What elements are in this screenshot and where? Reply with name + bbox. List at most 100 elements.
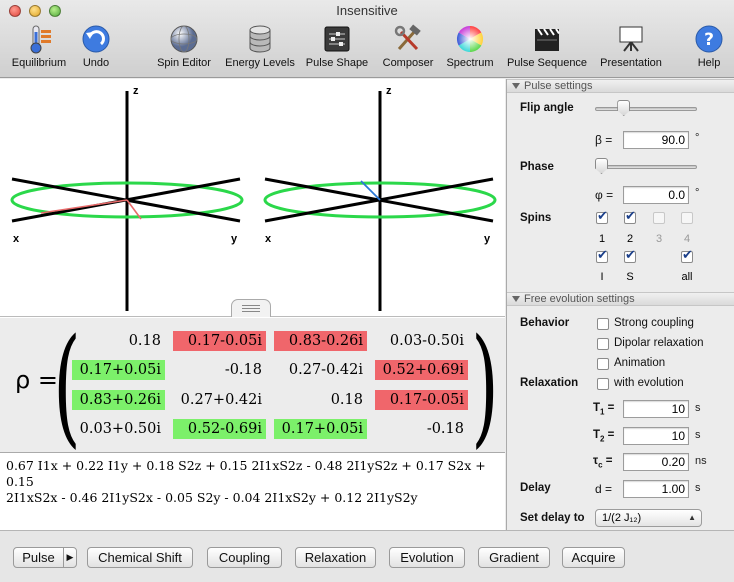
left-z-label: z <box>133 85 139 97</box>
spin-group-all-checkbox[interactable] <box>681 248 693 263</box>
set-delay-value: 1/(2 J₁₂) <box>602 512 642 524</box>
left-vector-plot: z x y <box>10 85 244 311</box>
matrix-cell: 0.52-0.69i <box>173 419 266 439</box>
easel-icon <box>619 26 643 52</box>
spin-group-i-checkbox[interactable] <box>596 248 608 263</box>
t1-label: T1 = <box>593 402 615 417</box>
flip-angle-unit: ° <box>695 132 700 144</box>
composer-button[interactable]: Composer <box>377 24 439 74</box>
matrix-cell: 0.17-0.05i <box>375 390 468 410</box>
matrix-cell: 0.17-0.05i <box>173 331 266 351</box>
popup-arrows-icon: ▲ <box>688 513 696 522</box>
matrix-cell: 0.83-0.26i <box>274 331 367 351</box>
left-x-label: x <box>13 233 20 245</box>
spin-group-all-label: all <box>681 271 693 283</box>
help-button[interactable]: ? Help <box>692 24 726 74</box>
beta-symbol: β = <box>595 133 613 147</box>
presentation-button[interactable]: Presentation <box>595 24 667 74</box>
vector-plot-area[interactable]: z x y z x y <box>0 79 505 317</box>
clapperboard-icon <box>535 28 560 51</box>
relaxation-button[interactable]: Relaxation <box>295 547 376 568</box>
energy-levels-label: Energy Levels <box>225 57 295 69</box>
delay-field[interactable]: 1.00 <box>623 480 689 498</box>
vector-plots: z x y z x y <box>10 85 497 311</box>
delay-symbol: d = <box>595 482 613 496</box>
spin-2-checkbox[interactable] <box>624 209 636 224</box>
pulse-shape-button[interactable]: Pulse Shape <box>303 24 371 74</box>
right-vector-plot: z x y <box>263 85 497 311</box>
behavior-label: Behavior <box>520 317 570 329</box>
spectrum-button[interactable]: Spectrum <box>442 24 498 74</box>
pulse-sequence-button[interactable]: Pulse Sequence <box>504 24 590 74</box>
matrix-cell: 0.03+0.50i <box>79 421 161 437</box>
pulse-button-label: Pulse <box>22 550 55 565</box>
matrix-cell: 0.18 <box>128 333 161 349</box>
tools-icon <box>394 24 421 51</box>
pulse-button[interactable]: Pulse ▶ <box>13 547 77 568</box>
spin-3-label: 3 <box>655 233 663 245</box>
left-vector-1 <box>40 199 128 214</box>
operator-line-2: 2I1xS2x - 0.46 2I1yS2x - 0.05 S2y - 0.04… <box>6 490 418 505</box>
strong-coupling-checkbox[interactable] <box>597 318 609 330</box>
window-title: Insensitive <box>336 3 398 18</box>
t1-field[interactable]: 10 <box>623 400 689 418</box>
spin-2-label: 2 <box>626 233 634 245</box>
play-triangle-icon[interactable]: ▶ <box>63 548 76 567</box>
tau-c-field[interactable]: 0.20 <box>623 453 689 471</box>
phase-label: Phase <box>520 161 554 173</box>
undo-label: Undo <box>82 57 110 69</box>
thermometer-icon <box>30 25 51 54</box>
left-y-label: y <box>231 233 238 245</box>
phase-slider[interactable] <box>595 165 697 169</box>
spin-1-label: 1 <box>598 233 606 245</box>
spin-4-checkbox <box>681 212 693 224</box>
with-evolution-label: with evolution <box>614 377 684 389</box>
equilibrium-button[interactable]: Equilibrium <box>6 24 72 74</box>
phase-field[interactable]: 0.0 <box>623 186 689 204</box>
t2-field[interactable]: 10 <box>623 427 689 445</box>
product-operator-text: 0.67 I1x + 0.22 I1y + 0.18 S2z + 0.15 2I… <box>0 454 505 530</box>
settings-panel: Pulse settings Flip angle β = 90.0 ° Pha… <box>506 79 734 530</box>
phi-symbol: φ = <box>595 188 614 202</box>
equilibrium-label: Equilibrium <box>11 57 67 69</box>
right-x-label: x <box>265 233 272 245</box>
spin-3-checkbox <box>653 212 665 224</box>
energy-levels-button[interactable]: Energy Levels <box>221 24 299 74</box>
spin-group-s-label: S <box>626 271 634 283</box>
phase-slider-knob[interactable] <box>595 158 608 174</box>
delay-label: Delay <box>520 482 551 494</box>
spectrum-label: Spectrum <box>446 57 494 69</box>
gradient-button[interactable]: Gradient <box>478 547 550 568</box>
rho-symbol: ρ = <box>15 366 58 394</box>
with-evolution-checkbox[interactable] <box>597 378 609 390</box>
dipolar-relaxation-checkbox[interactable] <box>597 338 609 350</box>
strong-coupling-label: Strong coupling <box>614 317 694 329</box>
animation-checkbox[interactable] <box>597 358 609 370</box>
undo-button[interactable]: Undo <box>76 24 116 74</box>
set-delay-popup[interactable]: 1/(2 J₁₂) ▲ <box>595 509 702 527</box>
matrix-cell: -0.18 <box>224 362 262 378</box>
flip-angle-slider[interactable] <box>595 107 697 111</box>
main-area: z x y z x y ρ = () 0.18 0.17-0.05i 0.83… <box>0 79 505 530</box>
flip-angle-slider-knob[interactable] <box>617 100 631 116</box>
matrix-cell: 0.52+0.69i <box>375 360 468 380</box>
pulse-settings-header[interactable]: Pulse settings <box>507 79 734 93</box>
pulse-settings-title: Pulse settings <box>524 80 593 92</box>
spin-1-checkbox[interactable] <box>596 209 608 224</box>
spin-editor-button[interactable]: Spin Editor <box>152 24 216 74</box>
spin-group-s-checkbox[interactable] <box>624 248 636 263</box>
free-evolution-header[interactable]: Free evolution settings <box>507 292 734 306</box>
phase-unit: ° <box>695 187 700 199</box>
acquire-button[interactable]: Acquire <box>562 547 625 568</box>
presentation-label: Presentation <box>600 57 662 69</box>
tau-c-unit: ns <box>695 455 707 467</box>
chemical-shift-button[interactable]: Chemical Shift <box>87 547 193 568</box>
evolution-button[interactable]: Evolution <box>389 547 465 568</box>
coupling-button[interactable]: Coupling <box>207 547 282 568</box>
sliders-icon <box>324 26 350 52</box>
splitter-handle[interactable] <box>231 299 271 317</box>
flip-angle-field[interactable]: 90.0 <box>623 131 689 149</box>
dipolar-relaxation-label: Dipolar relaxation <box>614 337 704 349</box>
disclosure-triangle-icon <box>512 83 520 89</box>
database-cylinder-icon <box>249 25 271 53</box>
